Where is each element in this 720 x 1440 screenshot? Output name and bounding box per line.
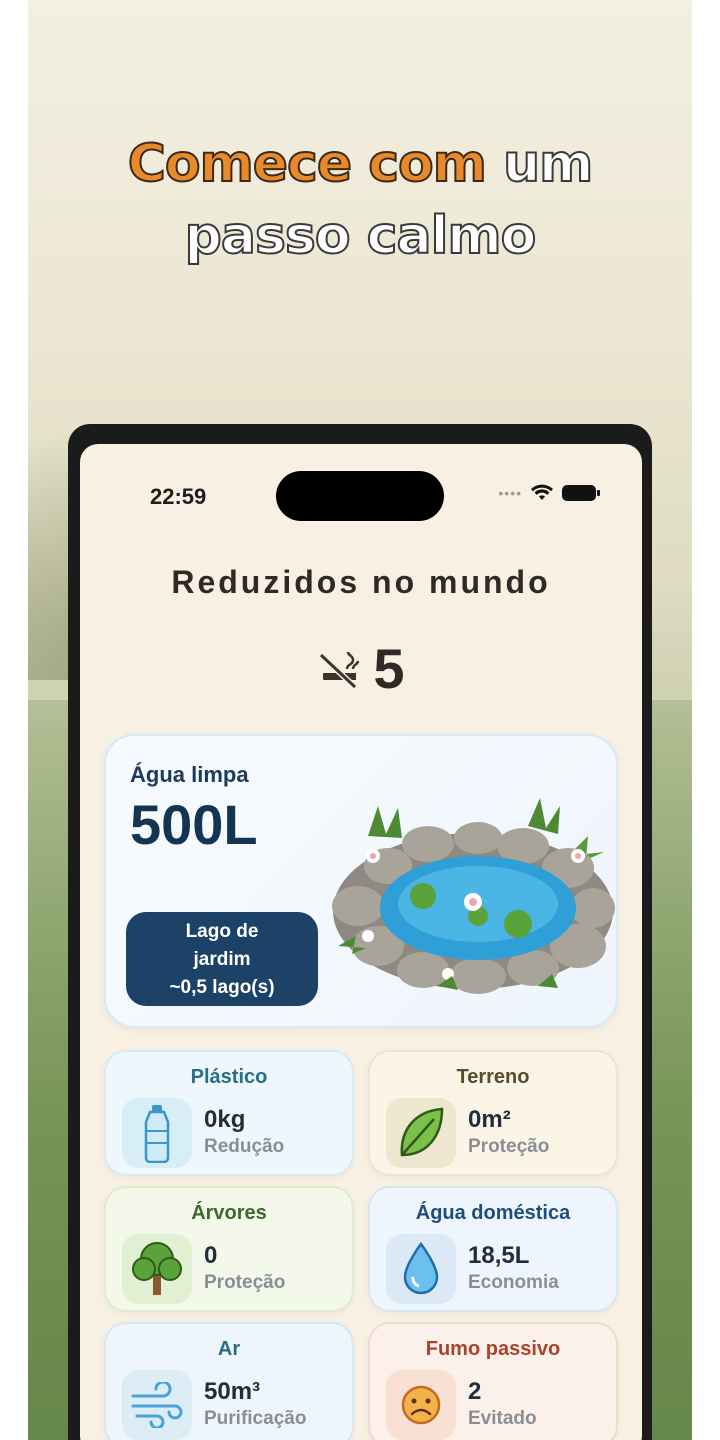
badge-line: jardim — [193, 949, 251, 970]
land-tile[interactable]: Terreno 0m² Proteção — [368, 1050, 618, 1176]
secondhand-smoke-tile[interactable]: Fumo passivo 2 Evitado — [368, 1322, 618, 1440]
air-tile[interactable]: Ar 50m³ Purificação — [104, 1322, 354, 1440]
right-margin — [692, 0, 720, 1440]
badge-line: ~0,5 lago(s) — [169, 977, 275, 998]
no-smoking-icon — [319, 651, 360, 689]
home-water-tile[interactable]: Água doméstica 18,5L Economia — [368, 1186, 618, 1312]
status-time: 22:59 — [150, 484, 207, 509]
tile-title: Ar — [217, 1338, 241, 1360]
tile-subtitle: Economia — [468, 1272, 559, 1293]
phone-screen: 22:59 •••• Reduzidos no mundo 5 Água lim… — [80, 444, 642, 1440]
water-label: Água limpa — [130, 762, 249, 787]
headline-rest: um — [485, 133, 594, 195]
pond-equivalent-badge: Lago de jardim ~0,5 lago(s) — [126, 912, 318, 1006]
tile-subtitle: Purificação — [204, 1408, 307, 1429]
tree-icon — [122, 1234, 192, 1304]
tile-subtitle: Redução — [204, 1136, 285, 1157]
tile-value: 2 — [468, 1378, 482, 1405]
tile-value: 18,5L — [468, 1242, 530, 1269]
page-title: Reduzidos no mundo — [171, 564, 551, 600]
signal-icon: •••• — [498, 485, 522, 501]
tile-subtitle: Evitado — [468, 1408, 537, 1429]
headline-line2: passo calmo — [184, 205, 538, 267]
tile-value: 50m³ — [204, 1378, 261, 1405]
sad-face-icon — [386, 1370, 456, 1440]
tile-title: Água doméstica — [415, 1202, 571, 1224]
leaf-icon — [386, 1098, 456, 1168]
tile-title: Terreno — [456, 1066, 530, 1088]
promo-headline: Comece com um passo calmo — [80, 128, 640, 272]
tile-value: 0kg — [204, 1106, 246, 1133]
headline-highlight: Comece com — [127, 133, 488, 195]
battery-icon — [562, 485, 600, 501]
wifi-icon — [531, 484, 553, 500]
wind-icon — [122, 1370, 192, 1440]
left-margin — [0, 0, 28, 1440]
tile-title: Fumo passivo — [425, 1338, 561, 1360]
tile-subtitle: Proteção — [468, 1136, 550, 1157]
bottle-icon — [122, 1098, 192, 1168]
water-value: 500L — [130, 793, 258, 856]
badge-line: Lago de — [185, 921, 259, 942]
water-drop-icon — [386, 1234, 456, 1304]
tile-title: Plástico — [190, 1066, 268, 1088]
tile-value: 0 — [204, 1242, 218, 1269]
clean-water-card[interactable]: Água limpa 500L Lago de jardim ~0,5 lago… — [104, 734, 618, 1028]
pond-illustration — [332, 798, 615, 994]
cigarette-count: 5 — [80, 636, 642, 701]
plastic-tile[interactable]: Plástico 0kg Redução — [104, 1050, 354, 1176]
tile-title: Árvores — [191, 1202, 267, 1224]
trees-tile[interactable]: Árvores 0 Proteção — [104, 1186, 354, 1312]
count-value: 5 — [373, 637, 405, 700]
status-icons: •••• — [498, 484, 600, 502]
tile-value: 0m² — [468, 1106, 511, 1133]
dynamic-island — [276, 471, 444, 521]
tile-subtitle: Proteção — [204, 1272, 286, 1293]
